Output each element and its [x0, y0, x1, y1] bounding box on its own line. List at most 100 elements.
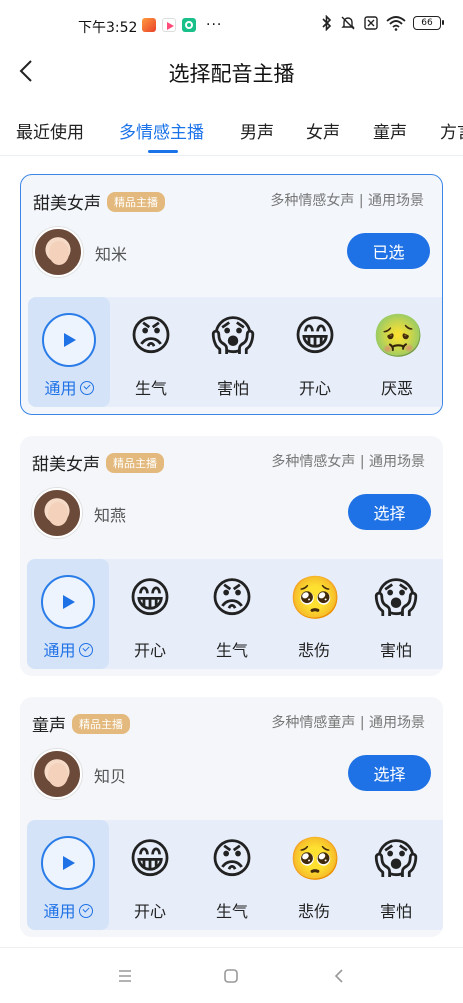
chevron-left-icon [334, 969, 343, 983]
voice-description: 多种情感女声 | 通用场景 [270, 193, 424, 209]
emotion-scared[interactable]: 😱 害怕 [355, 820, 437, 930]
emotion-sad[interactable]: 🥺 悲伤 [273, 820, 355, 930]
emotion-happy[interactable]: 😁 开心 [109, 820, 191, 930]
more-notifications-icon: ··· [206, 17, 223, 33]
voice-category: 童声 [32, 716, 66, 736]
angry-face-icon: 😡 [210, 834, 254, 883]
emotion-general[interactable]: 通用 [27, 820, 109, 930]
tab-child[interactable]: 童声 [373, 118, 407, 143]
voice-card[interactable]: 童声 精品主播 多种情感童声 | 通用场景 知贝 选择 通用 😁 开心 😡 生气… [20, 697, 443, 937]
check-circle-icon [79, 381, 94, 395]
status-bar: 下午3:52 ··· 66 [0, 0, 463, 52]
emotion-angry[interactable]: 😡 生气 [191, 559, 273, 669]
tab-recent[interactable]: 最近使用 [16, 118, 84, 143]
emotion-angry[interactable]: 😡 生气 [110, 297, 192, 407]
mute-bell-icon [341, 16, 355, 30]
menu-button[interactable] [110, 964, 140, 988]
emotion-label: 生气 [215, 641, 248, 660]
emotion-label: 通用 [28, 375, 110, 399]
emotion-label: 通用 [27, 898, 109, 922]
status-time: 下午3:52 [78, 20, 138, 36]
voice-card[interactable]: 甜美女声 精品主播 多种情感女声 | 通用场景 知米 已选 通用 😡 生气 😱 … [20, 174, 443, 415]
play-icon [63, 856, 75, 870]
video-app-icon [162, 18, 176, 32]
page-header: 选择配音主播 [0, 52, 463, 92]
check-circle-icon [78, 643, 93, 657]
emotion-angry[interactable]: 😡 生气 [191, 820, 273, 930]
back-nav-button[interactable] [324, 964, 354, 988]
menu-icon [119, 970, 131, 982]
emotion-label-text: 通用 [44, 379, 77, 398]
emotion-general[interactable]: 通用 [28, 297, 110, 407]
check-circle-icon [78, 904, 93, 918]
app-notification-icon [142, 18, 156, 32]
scared-face-icon: 😱 [374, 834, 418, 883]
emotion-disgust[interactable]: 🤢 厌恶 [356, 297, 438, 407]
grinning-face-icon: 😁 [293, 311, 337, 360]
emotion-general[interactable]: 通用 [27, 559, 109, 669]
grinning-face-icon: 😁 [128, 834, 172, 883]
emotion-label: 通用 [27, 637, 109, 661]
emotion-strip: 通用 😁 开心 😡 生气 🥺 悲伤 😱 害怕 [27, 559, 443, 669]
voice-description: 多种情感女声 | 通用场景 [271, 454, 425, 470]
play-button[interactable] [42, 313, 96, 367]
emotion-scared[interactable]: 😱 害怕 [355, 559, 437, 669]
emotion-sad[interactable]: 🥺 悲伤 [273, 559, 355, 669]
emotion-strip: 通用 😡 生气 😱 害怕 😁 开心 🤢 厌恶 [28, 297, 442, 407]
emotion-label: 悲伤 [297, 641, 330, 660]
emotion-strip: 通用 😁 开心 😡 生气 🥺 悲伤 😱 害怕 [27, 820, 443, 930]
tab-male[interactable]: 男声 [240, 118, 274, 143]
emotion-label: 生气 [134, 379, 167, 398]
category-tabs: 最近使用 多情感主播 男声 女声 童声 方言 [0, 110, 463, 156]
page-title: 选择配音主播 [168, 62, 295, 86]
voice-category: 甜美女声 [33, 194, 101, 214]
tab-dialect[interactable]: 方言 [440, 118, 463, 143]
voice-card[interactable]: 甜美女声 精品主播 多种情感女声 | 通用场景 知燕 选择 通用 😁 开心 😡 … [20, 436, 443, 676]
pleading-face-icon: 🥺 [289, 573, 342, 622]
status-notification-icons: ··· [142, 17, 222, 33]
card-header: 童声 精品主播 [32, 711, 130, 736]
selected-button[interactable]: 已选 [347, 233, 430, 269]
home-button[interactable] [216, 964, 246, 988]
emotion-label-text: 通用 [43, 902, 76, 921]
select-button[interactable]: 选择 [348, 755, 431, 791]
bluetooth-icon [322, 15, 332, 31]
play-icon [64, 333, 76, 347]
emotion-happy[interactable]: 😁 开心 [274, 297, 356, 407]
emotion-label: 悲伤 [297, 902, 330, 921]
avatar [32, 488, 82, 538]
voice-name: 知贝 [94, 767, 127, 786]
scared-face-icon: 😱 [374, 573, 418, 622]
tab-multi-emotion[interactable]: 多情感主播 [119, 118, 204, 143]
emotion-label: 害怕 [379, 641, 412, 660]
emotion-label: 开心 [133, 902, 166, 921]
emotion-label: 开心 [298, 379, 331, 398]
premium-badge: 精品主播 [107, 191, 165, 212]
avatar [32, 749, 82, 799]
emotion-scared[interactable]: 😱 害怕 [192, 297, 274, 407]
play-icon [63, 595, 75, 609]
pleading-face-icon: 🥺 [289, 834, 342, 883]
voice-category: 甜美女声 [32, 455, 100, 475]
status-system-icons: 66 [321, 15, 444, 31]
select-button[interactable]: 选择 [348, 494, 431, 530]
emotion-label-text: 通用 [43, 641, 76, 660]
emotion-happy[interactable]: 😁 开心 [109, 559, 191, 669]
angry-face-icon: 😡 [129, 311, 173, 360]
card-header: 甜美女声 精品主播 [33, 189, 165, 214]
card-header: 甜美女声 精品主播 [32, 450, 164, 475]
emotion-label: 害怕 [379, 902, 412, 921]
play-button[interactable] [41, 575, 95, 629]
divider [0, 155, 463, 156]
play-button[interactable] [41, 836, 95, 890]
angry-face-icon: 😡 [210, 573, 254, 622]
home-square-icon [224, 969, 238, 983]
active-tab-indicator [148, 150, 178, 153]
system-nav-bar [0, 947, 463, 1003]
voice-name: 知米 [95, 245, 128, 264]
voice-description: 多种情感童声 | 通用场景 [271, 715, 425, 731]
grinning-face-icon: 😁 [128, 573, 172, 622]
avatar [33, 227, 83, 277]
tab-female[interactable]: 女声 [306, 118, 340, 143]
wifi-icon [386, 16, 406, 31]
